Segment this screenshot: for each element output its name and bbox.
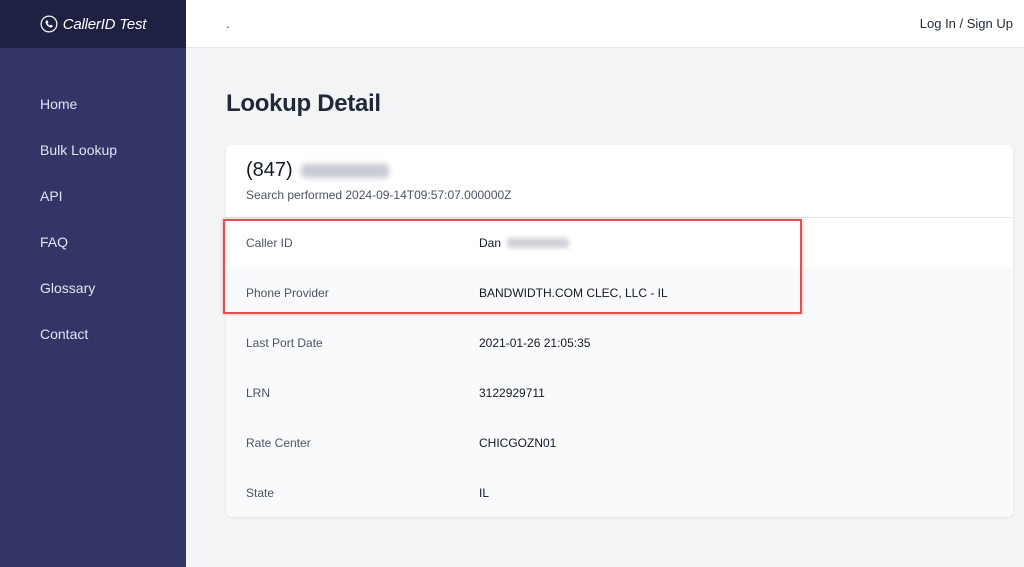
detail-label: State: [246, 486, 275, 500]
topbar-dot: .: [226, 16, 230, 31]
detail-label: LRN: [246, 386, 271, 400]
detail-value: 3122929711: [479, 386, 545, 400]
phone-number-redacted: [300, 163, 389, 178]
detail-row-rate-center: Rate Center CHICGOZN01: [226, 418, 1013, 468]
detail-label: Phone Provider: [246, 286, 329, 300]
login-signup-link[interactable]: Log In / Sign Up: [920, 16, 1013, 31]
detail-row-state: State IL: [226, 468, 1013, 517]
caller-id-value: Dan: [479, 236, 502, 250]
phone-icon: [40, 15, 58, 33]
page-title: Lookup Detail: [226, 90, 381, 117]
detail-value: Dan: [479, 236, 570, 250]
detail-value: CHICGOZN01: [479, 436, 557, 450]
detail-row-lrn: LRN 3122929711: [226, 368, 1013, 418]
detail-value: IL: [479, 486, 490, 500]
brand-logo[interactable]: CallerID Test: [0, 0, 186, 48]
sidebar-item-home[interactable]: Home: [0, 94, 186, 140]
top-bar: . Log In / Sign Up: [186, 0, 1024, 48]
sidebar-item-faq[interactable]: FAQ: [0, 232, 186, 278]
sidebar: CallerID Test Home Bulk Lookup API FAQ G…: [0, 0, 186, 567]
sidebar-item-glossary[interactable]: Glossary: [0, 278, 186, 324]
brand-name: CallerID Test: [62, 15, 147, 33]
caller-id-redacted: [507, 238, 570, 248]
detail-label: Caller ID: [246, 236, 293, 250]
sidebar-item-bulk-lookup[interactable]: Bulk Lookup: [0, 140, 186, 186]
detail-row-caller-id: Caller ID Dan: [226, 218, 1013, 268]
search-timestamp: Search performed 2024-09-14T09:57:07.000…: [246, 188, 512, 202]
sidebar-item-contact[interactable]: Contact: [0, 324, 186, 370]
detail-row-last-port-date: Last Port Date 2021-01-26 21:05:35: [226, 318, 1013, 368]
detail-value: BANDWIDTH.COM CLEC, LLC - IL: [479, 286, 668, 300]
sidebar-nav: Home Bulk Lookup API FAQ Glossary Contac…: [0, 48, 186, 370]
detail-label: Rate Center: [246, 436, 311, 450]
phone-number: (847): [246, 159, 993, 182]
card-header: (847) Search performed 2024-09-14T09:57:…: [226, 145, 1013, 218]
detail-label: Last Port Date: [246, 336, 323, 350]
phone-area-code: (847): [246, 159, 293, 181]
detail-row-phone-provider: Phone Provider BANDWIDTH.COM CLEC, LLC -…: [226, 268, 1013, 318]
lookup-detail-card: (847) Search performed 2024-09-14T09:57:…: [226, 145, 1013, 517]
detail-value: 2021-01-26 21:05:35: [479, 336, 591, 350]
sidebar-item-api[interactable]: API: [0, 186, 186, 232]
